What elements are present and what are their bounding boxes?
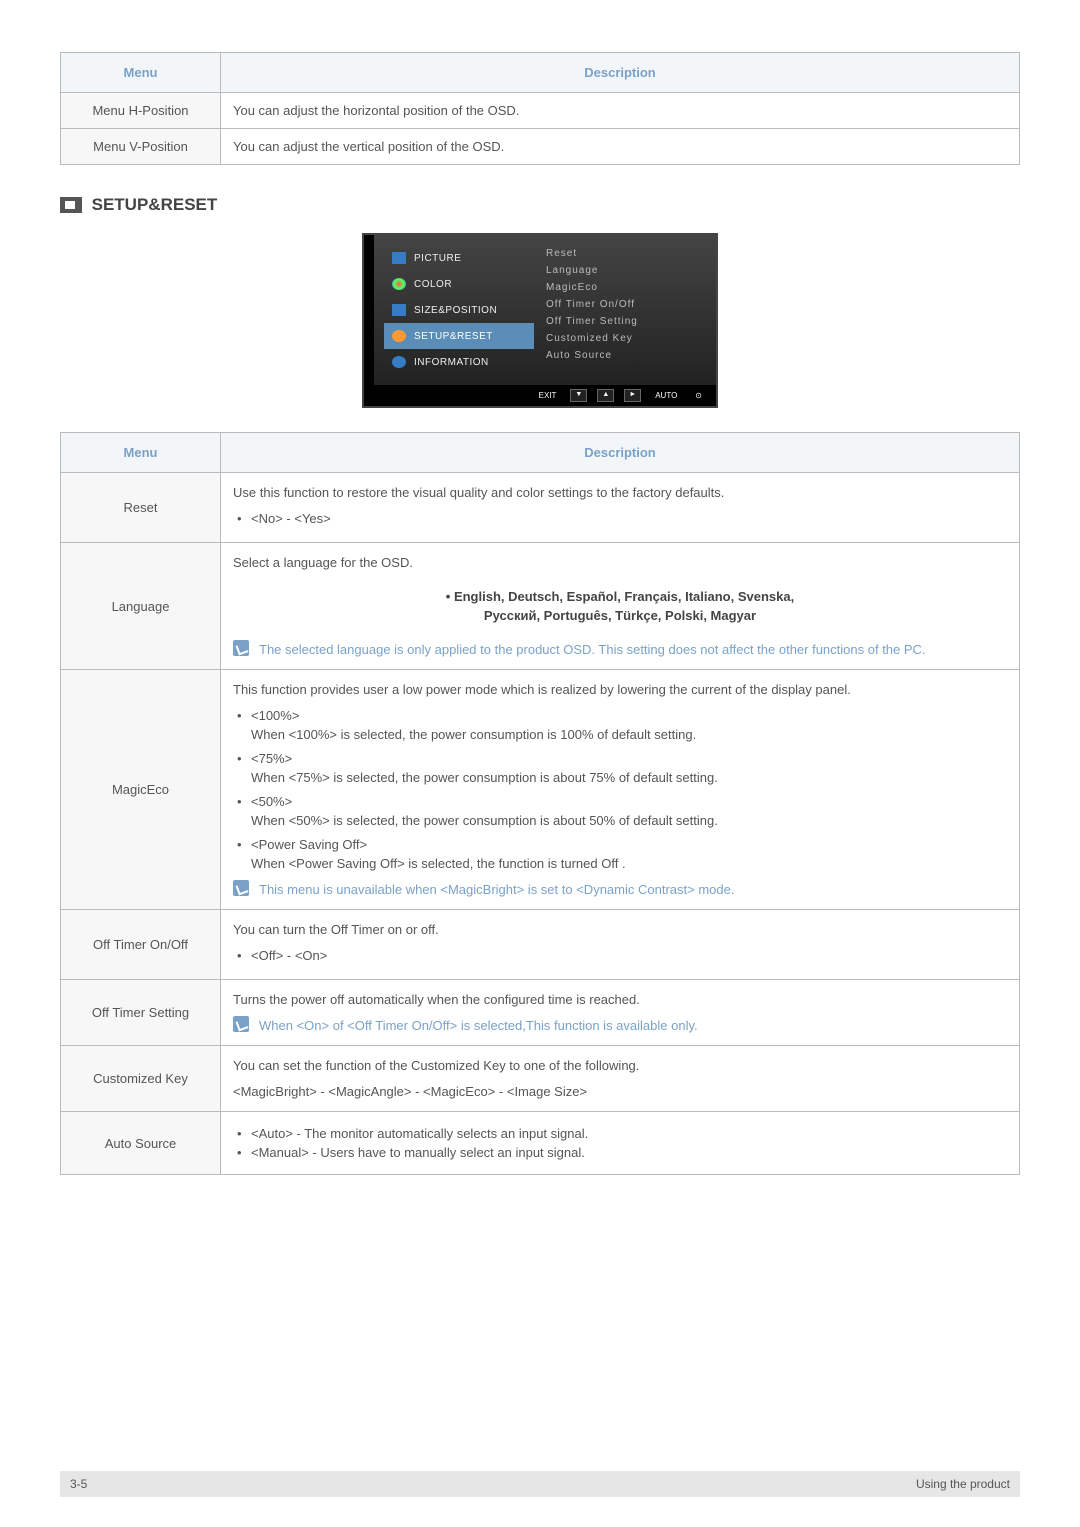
reset-desc: Use this function to restore the visual … <box>233 483 1007 503</box>
osd-down-icon[interactable]: ▼ <box>570 389 587 402</box>
osd-option-reset[interactable]: Reset <box>542 245 708 262</box>
magiceco-desc: This function provides user a low power … <box>233 680 1007 700</box>
table-row: MagicEco This function provides user a l… <box>61 670 1020 910</box>
menu-h-position: Menu H-Position <box>61 93 221 129</box>
row-language: Language <box>61 543 221 670</box>
magiceco-100: <100%> <box>251 706 1007 726</box>
table2-header-menu: Menu <box>61 433 221 473</box>
table-header-menu: Menu <box>61 53 221 93</box>
row-off-timer-onoff: Off Timer On/Off <box>61 910 221 980</box>
osd-option-language[interactable]: Language <box>542 262 708 279</box>
table-header-description: Description <box>221 53 1020 93</box>
menu-h-position-desc: You can adjust the horizontal position o… <box>221 93 1020 129</box>
table-row: Menu V-Position You can adjust the verti… <box>61 129 1020 165</box>
magiceco-50: <50%> <box>251 792 1007 812</box>
auto-source-manual: <Manual> - Users have to manually select… <box>233 1145 1007 1160</box>
note-icon <box>233 1016 249 1032</box>
row-reset: Reset <box>61 473 221 543</box>
osd-auto[interactable]: AUTO <box>651 389 681 402</box>
language-note: The selected language is only applied to… <box>233 640 1007 660</box>
auto-source-auto: <Auto> - The monitor automatically selec… <box>233 1126 1007 1141</box>
table-row: Off Timer Setting Turns the power off au… <box>61 980 1020 1046</box>
page-footer: 3-5 Using the product <box>60 1471 1020 1497</box>
language-desc: Select a language for the OSD. <box>233 553 1007 573</box>
osd-nav-size[interactable]: SIZE&POSITION <box>384 297 534 323</box>
off-timer-desc: You can turn the Off Timer on or off. <box>233 920 1007 940</box>
language-list: • English, Deutsch, Español, Français, I… <box>233 587 1007 626</box>
table-row: Off Timer On/Off You can turn the Off Ti… <box>61 910 1020 980</box>
table-row: Reset Use this function to restore the v… <box>61 473 1020 543</box>
menu-v-position-desc: You can adjust the vertical position of … <box>221 129 1020 165</box>
osd-screenshot: PICTURE COLOR SIZE&POSITION SETUP&RESET … <box>362 233 718 408</box>
table-setup-reset: Menu Description Reset Use this function… <box>60 432 1020 1175</box>
customized-key-options: <MagicBright> - <MagicAngle> - <MagicEco… <box>233 1082 1007 1102</box>
table-row: Customized Key You can set the function … <box>61 1046 1020 1112</box>
row-off-timer-setting: Off Timer Setting <box>61 980 221 1046</box>
table-row: Menu H-Position You can adjust the horiz… <box>61 93 1020 129</box>
row-auto-source: Auto Source <box>61 1112 221 1175</box>
customized-key-desc: You can set the function of the Customiz… <box>233 1056 1007 1076</box>
off-timer-setting-desc: Turns the power off automatically when t… <box>233 990 1007 1010</box>
osd-bottom-bar: EXIT ▼ ▲ ► AUTO ⊙ <box>364 385 716 406</box>
osd-right-icon[interactable]: ► <box>624 389 641 402</box>
table-position-menu: Menu Description Menu H-Position You can… <box>60 52 1020 165</box>
menu-v-position: Menu V-Position <box>61 129 221 165</box>
osd-exit[interactable]: EXIT <box>535 389 561 402</box>
row-customized-key: Customized Key <box>61 1046 221 1112</box>
table2-header-description: Description <box>221 433 1020 473</box>
page-number: 3-5 <box>70 1477 87 1491</box>
section-title: SETUP&RESET <box>92 195 218 214</box>
osd-option-custom-key[interactable]: Customized Key <box>542 330 708 347</box>
osd-nav-info[interactable]: INFORMATION <box>384 349 534 375</box>
setup-reset-icon <box>60 197 82 213</box>
osd-nav-setup[interactable]: SETUP&RESET <box>384 323 534 349</box>
table-row: Language Select a language for the OSD. … <box>61 543 1020 670</box>
note-icon <box>233 880 249 896</box>
osd-option-off-timer-setting[interactable]: Off Timer Setting <box>542 313 708 330</box>
osd-option-auto-source[interactable]: Auto Source <box>542 347 708 364</box>
osd-enter-icon[interactable]: ⊙ <box>691 389 706 402</box>
row-magiceco: MagicEco <box>61 670 221 910</box>
osd-option-off-timer[interactable]: Off Timer On/Off <box>542 296 708 313</box>
osd-nav-color[interactable]: COLOR <box>384 271 534 297</box>
table-row: Auto Source <Auto> - The monitor automat… <box>61 1112 1020 1175</box>
magiceco-note: This menu is unavailable when <MagicBrig… <box>233 880 1007 900</box>
footer-label: Using the product <box>916 1477 1010 1491</box>
osd-nav-picture[interactable]: PICTURE <box>384 245 534 271</box>
magiceco-off: <Power Saving Off> <box>251 835 1007 855</box>
magiceco-75: <75%> <box>251 749 1007 769</box>
osd-up-icon[interactable]: ▲ <box>597 389 614 402</box>
osd-option-magiceco[interactable]: MagicEco <box>542 279 708 296</box>
reset-options: <No> - <Yes> <box>233 509 1007 529</box>
off-timer-options: <Off> - <On> <box>233 946 1007 966</box>
off-timer-setting-note: When <On> of <Off Timer On/Off> is selec… <box>233 1016 1007 1036</box>
note-icon <box>233 640 249 656</box>
